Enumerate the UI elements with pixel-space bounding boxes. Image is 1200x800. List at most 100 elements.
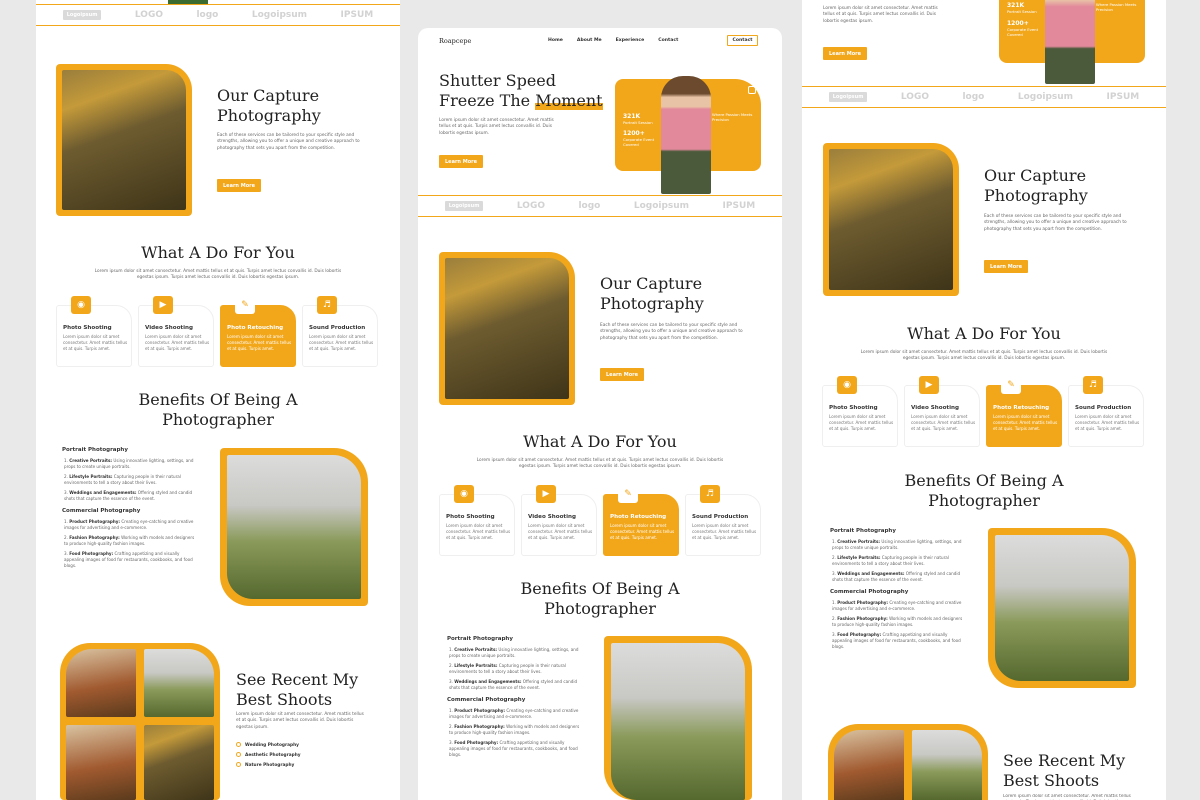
portrait-heading: Portrait Photography: [830, 528, 896, 534]
hero-learn-more-button[interactable]: Learn More: [439, 155, 483, 168]
camera-icon: ◉: [454, 485, 474, 503]
hero-model-photo: [1045, 0, 1095, 84]
logo-2: LOGO: [516, 201, 545, 211]
service-card-photo-retouching[interactable]: ✎ Photo Retouching Lorem ipsum dolor sit…: [986, 376, 1062, 447]
brand-logo[interactable]: Roapcepe: [439, 37, 471, 45]
portrait-heading: Portrait Photography: [447, 636, 513, 642]
page-preview-center: Roapcepe Home About Me Experience Contac…: [418, 28, 782, 800]
services-title: What A Do For You: [907, 324, 1061, 343]
service-desc: Lorem ipsum dolor sit amet consectetur. …: [309, 334, 374, 351]
check-icon: [236, 762, 241, 767]
nav-experience[interactable]: Experience: [616, 38, 645, 43]
logo-5: IPSUM: [340, 10, 374, 20]
portrait-list: 1. Creative Portraits: Using innovative …: [832, 539, 962, 582]
logo-5: IPSUM: [1106, 92, 1140, 102]
services-text: Lorem ipsum dolor sit amet consectetur. …: [476, 458, 724, 470]
service-desc: Lorem ipsum dolor sit amet consectetur. …: [911, 414, 976, 431]
service-card-video-shooting[interactable]: ▶ Video Shooting Lorem ipsum dolor sit a…: [521, 485, 597, 556]
logo-2: LOGO: [134, 10, 163, 20]
hero-model-photo: [661, 76, 711, 194]
recent-text: Lorem ipsum dolor sit amet consectetur. …: [236, 712, 364, 730]
service-title: Video Shooting: [911, 405, 960, 411]
capture-learn-more-button[interactable]: Learn More: [984, 260, 1028, 273]
nav-about[interactable]: About Me: [577, 38, 602, 43]
service-card-video-shooting[interactable]: ▶ Video Shooting Lorem ipsum dolor sit a…: [138, 296, 214, 367]
recent-title: See Recent My Best Shoots: [1003, 751, 1126, 790]
recent-photo-3: [66, 725, 136, 800]
capture-learn-more-button[interactable]: Learn More: [217, 179, 261, 192]
service-card-sound-production[interactable]: ♬ Sound Production Lorem ipsum dolor sit…: [302, 296, 378, 367]
services-text: Lorem ipsum dolor sit amet consectetur. …: [860, 350, 1108, 362]
video-icon: ▶: [153, 296, 173, 314]
check-icon: [236, 742, 241, 747]
nav-contact[interactable]: Contact: [658, 38, 678, 43]
recent-photo-1: [66, 649, 136, 717]
services-title: What A Do For You: [523, 432, 677, 451]
service-desc: Lorem ipsum dolor sit amet consectetur. …: [829, 414, 894, 431]
page-preview-left: Logoipsum LOGO logo Logoipsum IPSUM Our …: [36, 0, 400, 800]
retouch-icon: ✎: [1001, 376, 1021, 394]
service-card-photo-shooting[interactable]: ◉ Photo Shooting Lorem ipsum dolor sit a…: [439, 485, 515, 556]
capture-title: Our Capture Photography: [984, 166, 1088, 205]
capture-photo: [445, 258, 569, 399]
capture-title: Our Capture Photography: [600, 274, 704, 313]
capture-text: Each of these services can be tailored t…: [217, 133, 360, 151]
service-desc: Lorem ipsum dolor sit amet consectetur. …: [692, 523, 757, 540]
commercial-heading: Commercial Photography: [830, 589, 909, 595]
commercial-list: 1. Product Photography: Creating eye-cat…: [449, 708, 580, 757]
service-title: Sound Production: [1075, 405, 1132, 411]
service-card-photo-shooting[interactable]: ◉ Photo Shooting Lorem ipsum dolor sit a…: [56, 296, 132, 367]
logo-4: Logoipsum: [633, 201, 690, 211]
benefits-title: Benefits Of Being A Photographer: [520, 579, 680, 618]
logo-1: Logoipsum: [444, 201, 484, 211]
service-title: Photo Retouching: [610, 514, 667, 520]
service-title: Sound Production: [309, 325, 366, 331]
service-title: Photo Shooting: [63, 325, 112, 331]
retouch-icon: ✎: [235, 296, 255, 314]
service-card-sound-production[interactable]: ♬ Sound Production Lorem ipsum dolor sit…: [1068, 376, 1144, 447]
service-title: Photo Shooting: [446, 514, 495, 520]
nav-home[interactable]: Home: [548, 38, 563, 43]
service-desc: Lorem ipsum dolor sit amet consectetur. …: [1075, 414, 1140, 431]
service-card-photo-retouching[interactable]: ✎ Photo Retouching Lorem ipsum dolor sit…: [220, 296, 296, 367]
hero-title: Shutter Speed Freeze The Moment: [439, 71, 603, 110]
sound-icon: ♬: [700, 485, 720, 503]
hero-stat-events: 1200+ Corporate Event Covered: [1007, 20, 1039, 37]
service-card-video-shooting[interactable]: ▶ Video Shooting Lorem ipsum dolor sit a…: [904, 376, 980, 447]
logo-strip: Logoipsum LOGO logo Logoipsum IPSUM: [36, 4, 400, 26]
logo-strip: Logoipsum LOGO logo Logoipsum IPSUM: [802, 86, 1166, 108]
commercial-heading: Commercial Photography: [62, 508, 141, 514]
logo-1: Logoipsum: [828, 92, 868, 102]
service-title: Video Shooting: [145, 325, 194, 331]
sound-icon: ♬: [1083, 376, 1103, 394]
recent-list: Wedding Photography Aesthetic Photograph…: [236, 741, 301, 771]
service-desc: Lorem ipsum dolor sit amet consectetur. …: [63, 334, 128, 351]
service-desc: Lorem ipsum dolor sit amet consectetur. …: [610, 523, 675, 540]
capture-learn-more-button[interactable]: Learn More: [600, 368, 644, 381]
service-desc: Lorem ipsum dolor sit amet consectetur. …: [227, 334, 292, 351]
service-card-photo-shooting[interactable]: ◉ Photo Shooting Lorem ipsum dolor sit a…: [822, 376, 898, 447]
image-icon: [748, 86, 756, 94]
recent-photo-2: [912, 730, 982, 800]
logo-3: logo: [578, 201, 601, 211]
page-preview-right: Lorem ipsum dolor sit amet consectetur. …: [802, 0, 1166, 800]
recent-photo-4: [144, 725, 214, 800]
contact-button[interactable]: Contact: [727, 35, 758, 46]
capture-photo: [829, 149, 953, 290]
hero-badge-text: Where Passion Meets Precision: [1096, 2, 1137, 12]
recent-photo-2: [144, 649, 214, 717]
logo-4: Logoipsum: [1017, 92, 1074, 102]
service-title: Photo Shooting: [829, 405, 878, 411]
hero-learn-more-button[interactable]: Learn More: [823, 47, 867, 60]
video-icon: ▶: [919, 376, 939, 394]
service-card-sound-production[interactable]: ♬ Sound Production Lorem ipsum dolor sit…: [685, 485, 761, 556]
service-title: Sound Production: [692, 514, 749, 520]
capture-text: Each of these services can be tailored t…: [600, 323, 743, 341]
service-card-photo-retouching[interactable]: ✎ Photo Retouching Lorem ipsum dolor sit…: [603, 485, 679, 556]
capture-photo: [62, 70, 186, 210]
service-desc: Lorem ipsum dolor sit amet consectetur. …: [528, 523, 593, 540]
hero-text: Lorem ipsum dolor sit amet consectetur. …: [439, 118, 554, 136]
logo-5: IPSUM: [722, 201, 756, 211]
hero-title-highlight: Moment: [535, 91, 603, 110]
logo-3: logo: [196, 10, 219, 20]
